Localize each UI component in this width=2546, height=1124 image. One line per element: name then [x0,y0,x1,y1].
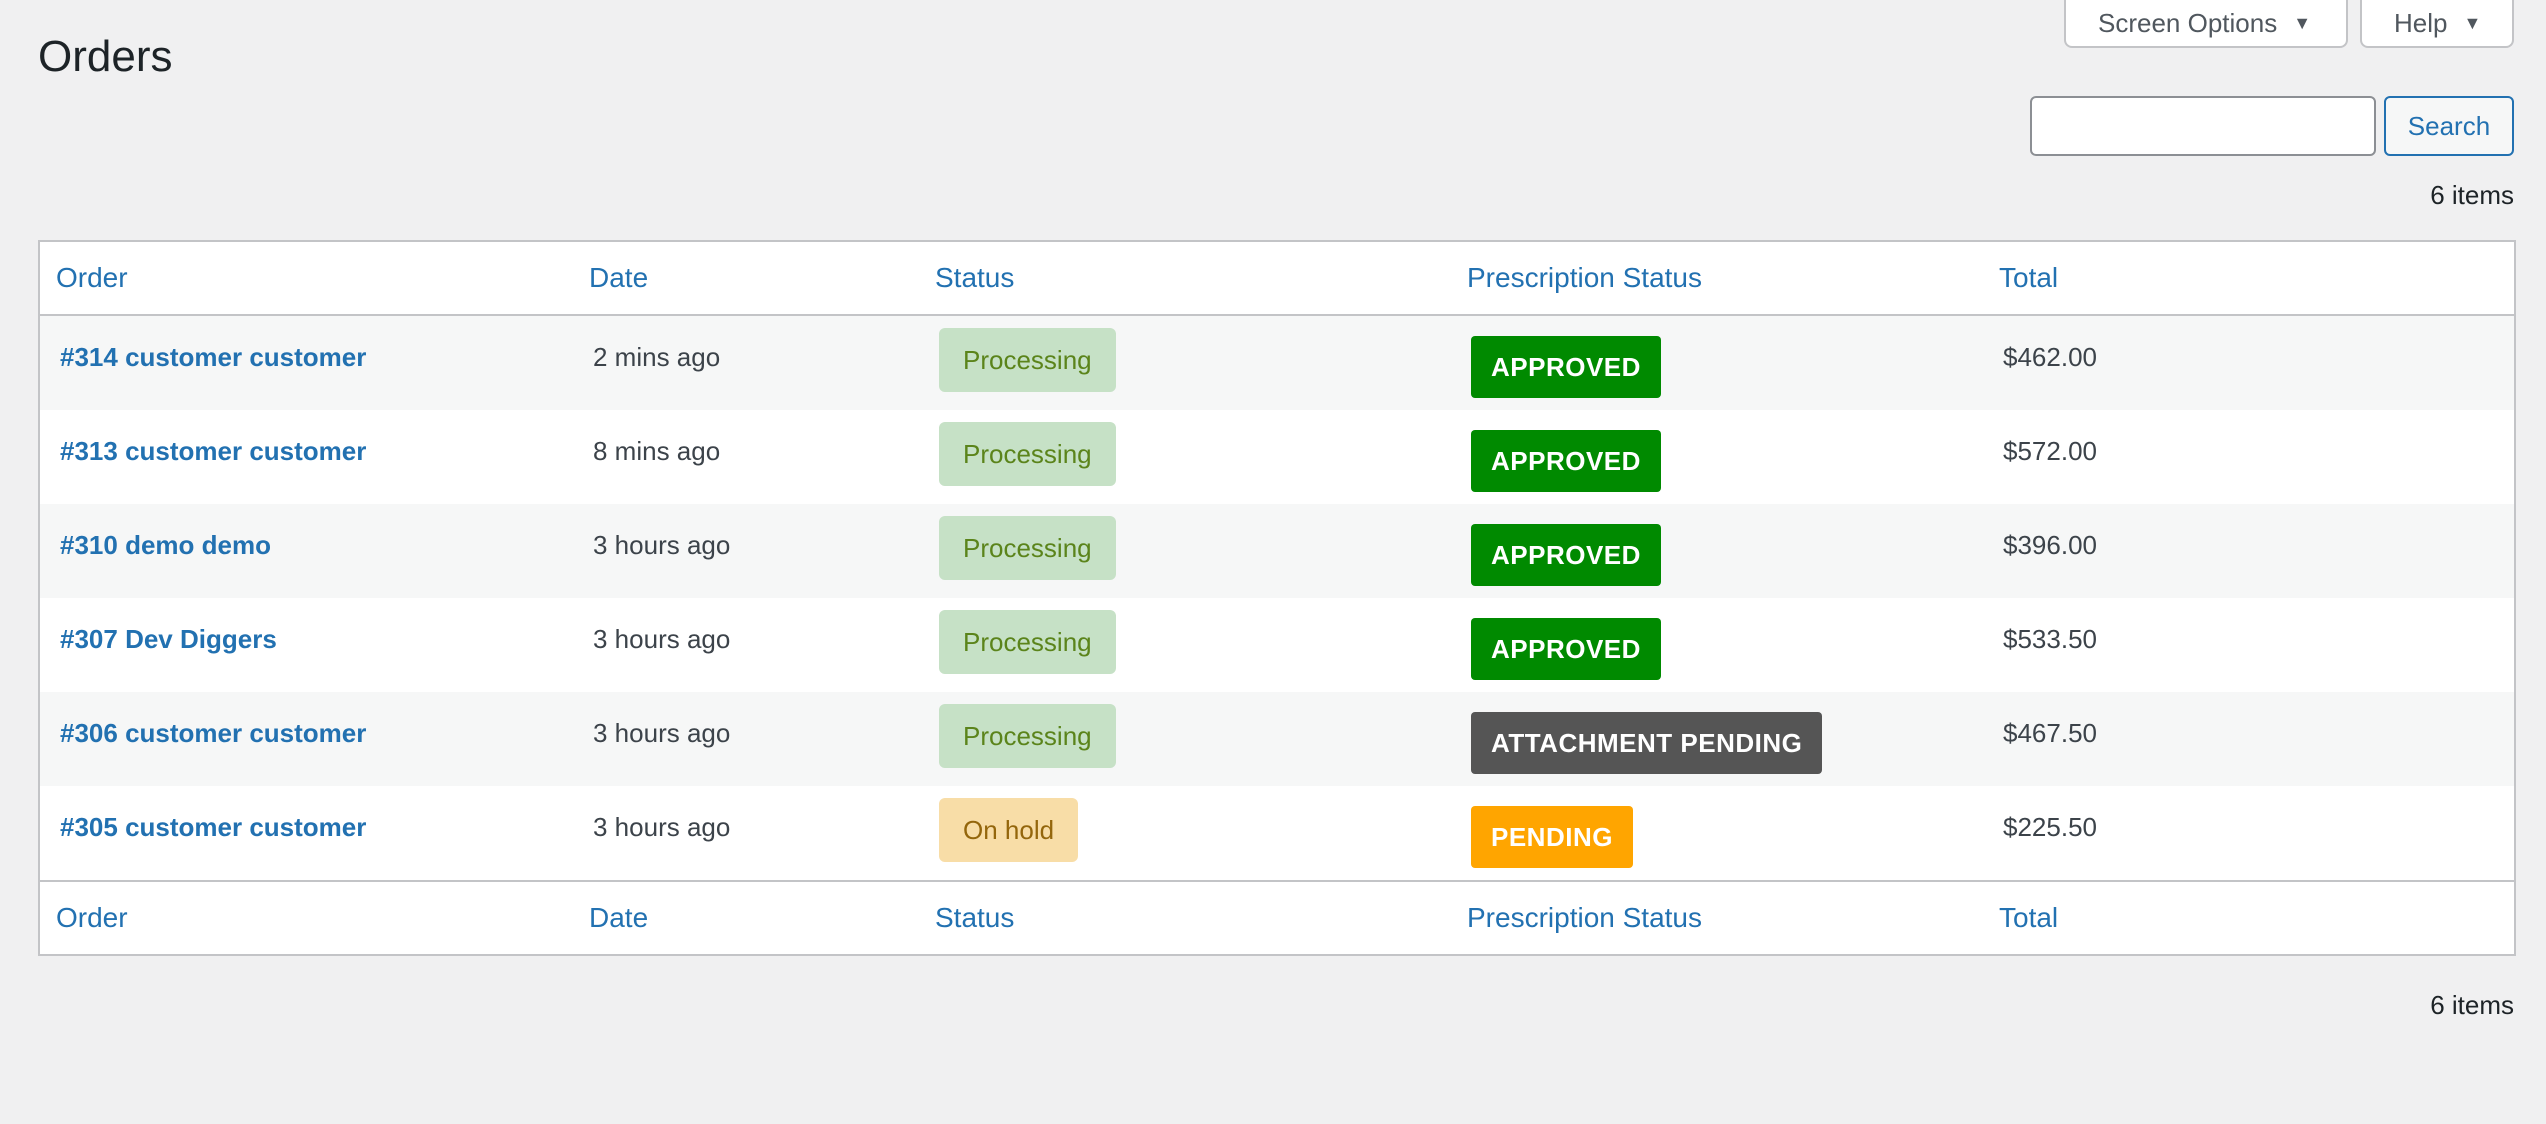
order-total: $396.00 [2003,530,2097,560]
page-title: Orders [38,32,173,81]
table-row[interactable]: #306 customer customer 3 hours ago Proce… [39,692,2515,786]
prescription-status-badge: APPROVED [1471,618,1661,680]
column-footer-total[interactable]: Total [1983,880,2515,955]
order-total: $225.50 [2003,812,2097,842]
column-footer-prescription-status[interactable]: Prescription Status [1451,880,1983,955]
order-date: 3 hours ago [593,812,731,842]
table-header-row: Order Date Status Prescription Status To… [39,241,2515,316]
order-link[interactable]: #314 customer customer [60,316,573,373]
screen-meta-tabs: Screen Options ▼ Help ▼ [2064,0,2514,48]
order-total: $572.00 [2003,436,2097,466]
items-count-bottom: 6 items [2430,990,2514,1020]
column-header-prescription-status[interactable]: Prescription Status [1451,241,1983,316]
search-input[interactable] [2030,96,2376,156]
column-header-status[interactable]: Status [919,241,1451,316]
prescription-status-badge: PENDING [1471,806,1633,868]
order-date: 3 hours ago [593,718,731,748]
order-link[interactable]: #310 demo demo [60,504,573,561]
order-date: 8 mins ago [593,436,721,466]
status-badge: Processing [939,610,1116,674]
screen-options-button[interactable]: Screen Options ▼ [2064,0,2348,48]
order-total: $467.50 [2003,718,2097,748]
table-row[interactable]: #314 customer customer 2 mins ago Proces… [39,315,2515,410]
table-row[interactable]: #313 customer customer 8 mins ago Proces… [39,410,2515,504]
order-date: 2 mins ago [593,342,721,372]
order-link[interactable]: #313 customer customer [60,410,573,467]
status-badge: Processing [939,328,1116,392]
status-badge: Processing [939,704,1116,768]
caret-down-icon: ▼ [2293,12,2312,33]
items-count-top: 6 items [2430,180,2514,210]
help-label: Help [2394,7,2448,38]
status-badge: Processing [939,516,1116,580]
status-badge: Processing [939,422,1116,486]
status-badge: On hold [939,798,1079,862]
order-date: 3 hours ago [593,530,731,560]
screen-options-label: Screen Options [2098,7,2278,38]
column-footer-date[interactable]: Date [573,880,919,955]
order-date: 3 hours ago [593,624,731,654]
order-link[interactable]: #306 customer customer [60,692,573,749]
help-button[interactable]: Help ▼ [2360,0,2514,48]
column-header-order[interactable]: Order [39,241,573,316]
order-total: $533.50 [2003,624,2097,654]
caret-down-icon: ▼ [2463,12,2482,33]
column-footer-status[interactable]: Status [919,880,1451,955]
prescription-status-badge: APPROVED [1471,336,1661,398]
column-header-date[interactable]: Date [573,241,919,316]
prescription-status-badge: APPROVED [1471,524,1661,586]
search-box: Search [2030,96,2514,156]
order-link[interactable]: #307 Dev Diggers [60,598,573,655]
prescription-status-badge: ATTACHMENT PENDING [1471,712,1823,774]
table-row[interactable]: #310 demo demo 3 hours ago Processing AP… [39,504,2515,598]
table-row[interactable]: #305 customer customer 3 hours ago On ho… [39,786,2515,881]
order-link[interactable]: #305 customer customer [60,786,573,843]
prescription-status-badge: APPROVED [1471,430,1661,492]
column-footer-order[interactable]: Order [39,880,573,955]
table-row[interactable]: #307 Dev Diggers 3 hours ago Processing … [39,598,2515,692]
orders-table: Order Date Status Prescription Status To… [38,240,2516,956]
column-header-total[interactable]: Total [1983,241,2515,316]
order-total: $462.00 [2003,342,2097,372]
search-button[interactable]: Search [2384,96,2514,156]
table-footer-row: Order Date Status Prescription Status To… [39,880,2515,955]
